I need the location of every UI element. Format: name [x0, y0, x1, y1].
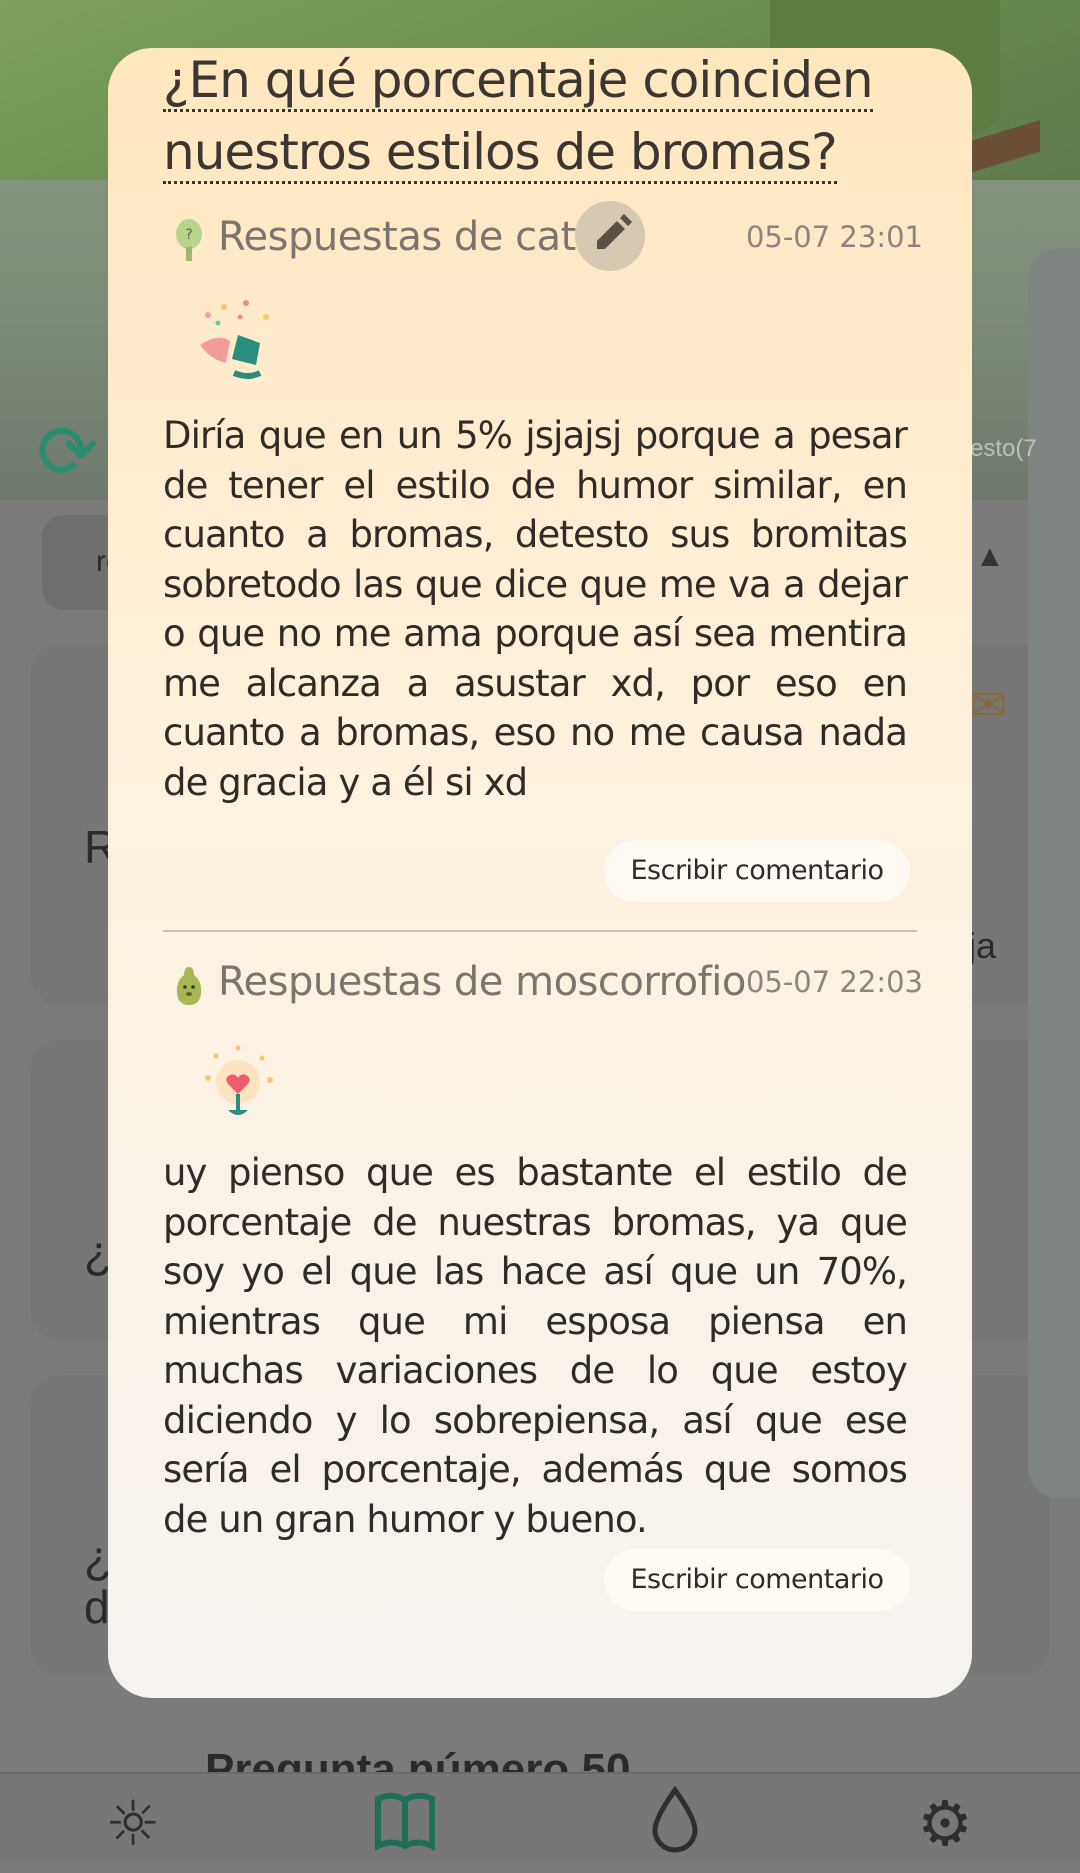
- gear-icon[interactable]: ⚙: [900, 1784, 990, 1864]
- book-icon[interactable]: [360, 1784, 450, 1864]
- write-comment-button[interactable]: Escribir comentario: [604, 840, 910, 902]
- pear-avatar-icon: [176, 967, 202, 1005]
- answers-modal: ¿En qué porcentaje coinciden nuestros es…: [108, 48, 972, 1698]
- answer-header: ? Respuestas de catica 05-07 23:01: [163, 201, 923, 276]
- answer-text: Diría que en un 5% jsjajsj porque a pesa…: [163, 414, 908, 804]
- bottom-nav: ☼ ⚙: [0, 1772, 1080, 1861]
- side-snippet: esto(7: [970, 435, 1037, 462]
- lightbulb-heart-sticker: [205, 1045, 273, 1115]
- edit-button[interactable]: [575, 201, 645, 271]
- answer-date: 05-07 23:01: [745, 220, 923, 254]
- answer-author: Respuestas de catica: [218, 214, 632, 260]
- pencil-icon: [597, 214, 632, 249]
- tree-avatar-icon: ?: [176, 219, 202, 261]
- side-text: ja: [968, 925, 997, 966]
- answer-date: 05-07 22:03: [745, 965, 923, 999]
- drop-icon[interactable]: [630, 1784, 720, 1864]
- write-comment-button[interactable]: Escribir comentario: [604, 1549, 910, 1611]
- answer-header: Respuestas de moscorrofio 05-07 22:03: [163, 951, 923, 1021]
- sun-icon[interactable]: ☼: [88, 1784, 178, 1864]
- party-popper-sticker: [200, 300, 269, 379]
- svg-text:?: ?: [185, 227, 192, 243]
- caret-up-icon[interactable]: ▲: [975, 540, 1005, 574]
- envelope-icon[interactable]: ✉: [970, 680, 1007, 731]
- question-title: ¿En qué porcentaje coinciden nuestros es…: [163, 48, 923, 188]
- answer-divider: [163, 930, 917, 932]
- answer-text: uy pienso que es bastante el estilo de p…: [163, 1151, 908, 1541]
- question-card-text: d: [84, 1581, 110, 1633]
- answer-author: Respuestas de moscorrofio: [218, 959, 746, 1005]
- refresh-icon[interactable]: ⟳: [30, 415, 105, 490]
